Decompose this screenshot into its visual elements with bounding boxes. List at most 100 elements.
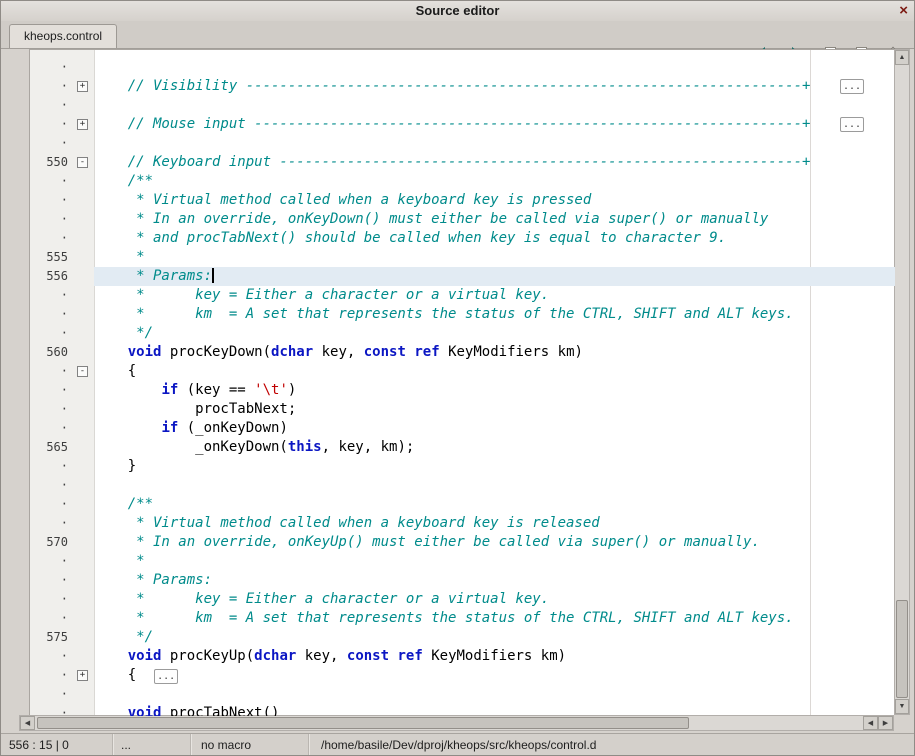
titlebar[interactable]: Source editor × (1, 1, 914, 22)
code-line[interactable]: · * Params: (30, 571, 895, 590)
horizontal-scrollbar-thumb[interactable] (37, 717, 689, 729)
fold-collapse-icon[interactable]: - (77, 157, 88, 168)
line-number[interactable]: · (30, 96, 74, 115)
scroll-right-button[interactable]: ▶ (878, 716, 893, 730)
code-line[interactable]: · (30, 476, 895, 495)
code-line[interactable]: · * Virtual method called when a keyboar… (30, 514, 895, 533)
scroll-up-button[interactable]: ▲ (895, 50, 909, 65)
code-text: } (94, 457, 895, 476)
fold-column[interactable]: + (74, 666, 94, 685)
line-number[interactable]: · (30, 457, 74, 476)
line-number[interactable]: 556 (30, 267, 74, 286)
line-number[interactable]: · (30, 77, 74, 96)
status-bar: 556 : 15 | 0 ... no macro /home/basile/D… (1, 733, 914, 756)
line-number[interactable]: · (30, 305, 74, 324)
code-line[interactable]: · (30, 96, 895, 115)
code-line[interactable]: ·+ // Visibility -----------------------… (30, 77, 895, 96)
fold-column[interactable]: - (74, 362, 94, 381)
fold-column[interactable]: - (74, 153, 94, 172)
code-line[interactable]: · (30, 134, 895, 153)
line-number[interactable]: · (30, 210, 74, 229)
line-number[interactable]: · (30, 419, 74, 438)
code-line[interactable]: 575 */ (30, 628, 895, 647)
code-line[interactable]: · */ (30, 324, 895, 343)
tab-kheops-control[interactable]: kheops.control (9, 24, 117, 48)
code-line[interactable]: · /** (30, 172, 895, 191)
code-editor[interactable]: ··+ // Visibility ----------------------… (29, 49, 895, 716)
line-number[interactable]: · (30, 362, 74, 381)
fold-expand-icon[interactable]: + (77, 670, 88, 681)
line-number[interactable]: · (30, 172, 74, 191)
code-line[interactable]: ·- { (30, 362, 895, 381)
code-line[interactable]: · if (key == '\t') (30, 381, 895, 400)
code-line[interactable]: · * key = Either a character or a virtua… (30, 590, 895, 609)
line-number[interactable]: · (30, 400, 74, 419)
code-line[interactable]: 560 void procKeyDown(dchar key, const re… (30, 343, 895, 362)
folded-code-ellipsis[interactable]: ... (154, 669, 178, 684)
line-number[interactable]: · (30, 552, 74, 571)
line-number[interactable]: 575 (30, 628, 74, 647)
code-line[interactable]: · * and procTabNext() should be called w… (30, 229, 895, 248)
code-line[interactable]: · if (_onKeyDown) (30, 419, 895, 438)
vertical-scrollbar-thumb[interactable] (896, 600, 908, 698)
code-line[interactable]: · * (30, 552, 895, 571)
code-line[interactable]: · * key = Either a character or a virtua… (30, 286, 895, 305)
code-line[interactable]: ·+ {... (30, 666, 895, 685)
folded-code-ellipsis[interactable]: ... (840, 117, 864, 132)
code-line[interactable]: · procTabNext; (30, 400, 895, 419)
scroll-down-button[interactable]: ▼ (895, 699, 909, 714)
line-number[interactable]: · (30, 514, 74, 533)
scroll-left-button-2[interactable]: ◀ (863, 716, 878, 730)
line-number[interactable]: · (30, 58, 74, 77)
line-number[interactable]: · (30, 685, 74, 704)
horizontal-scrollbar[interactable]: ◀ ◀ ▶ (19, 715, 894, 731)
line-number[interactable]: · (30, 704, 74, 716)
line-number[interactable]: 555 (30, 248, 74, 267)
line-number[interactable]: 565 (30, 438, 74, 457)
code-line[interactable]: · void procKeyUp(dchar key, const ref Ke… (30, 647, 895, 666)
line-number[interactable]: · (30, 229, 74, 248)
line-number[interactable]: · (30, 476, 74, 495)
close-button[interactable]: × (899, 1, 908, 20)
line-number[interactable]: · (30, 590, 74, 609)
fold-column[interactable]: + (74, 77, 94, 96)
code-line[interactable]: · * km = A set that represents the statu… (30, 305, 895, 324)
line-number[interactable]: · (30, 191, 74, 210)
code-line[interactable]: · /** (30, 495, 895, 514)
fold-column[interactable]: + (74, 115, 94, 134)
line-number[interactable]: 560 (30, 343, 74, 362)
fold-collapse-icon[interactable]: - (77, 366, 88, 377)
line-number[interactable]: · (30, 134, 74, 153)
fold-column (74, 533, 94, 552)
code-line[interactable]: 565 _onKeyDown(this, key, km); (30, 438, 895, 457)
code-line[interactable]: · void procTabNext() (30, 704, 895, 716)
code-line[interactable]: · } (30, 457, 895, 476)
code-line[interactable]: · (30, 685, 895, 704)
code-line[interactable]: · * In an override, onKeyDown() must eit… (30, 210, 895, 229)
line-number[interactable]: · (30, 381, 74, 400)
line-number[interactable]: · (30, 609, 74, 628)
code-line[interactable]: · * Virtual method called when a keyboar… (30, 191, 895, 210)
line-number[interactable]: · (30, 115, 74, 134)
scroll-left-button[interactable]: ◀ (20, 716, 35, 730)
line-number[interactable]: · (30, 324, 74, 343)
code-line[interactable]: · (30, 58, 895, 77)
code-line[interactable]: · * km = A set that represents the statu… (30, 609, 895, 628)
line-number[interactable]: · (30, 286, 74, 305)
line-number[interactable]: · (30, 571, 74, 590)
line-number[interactable]: 570 (30, 533, 74, 552)
folded-code-ellipsis[interactable]: ... (840, 79, 864, 94)
fold-expand-icon[interactable]: + (77, 81, 88, 92)
code-line[interactable]: 556 * Params: (30, 267, 895, 286)
code-line[interactable]: ·+ // Mouse input ----------------------… (30, 115, 895, 134)
line-number[interactable]: · (30, 647, 74, 666)
fold-expand-icon[interactable]: + (77, 119, 88, 130)
code-line[interactable]: 550- // Keyboard input -----------------… (30, 153, 895, 172)
fold-column (74, 305, 94, 324)
code-line[interactable]: 570 * In an override, onKeyUp() must eit… (30, 533, 895, 552)
line-number[interactable]: · (30, 495, 74, 514)
vertical-scrollbar[interactable]: ▲ ▼ (894, 49, 910, 715)
code-line[interactable]: 555 * (30, 248, 895, 267)
line-number[interactable]: · (30, 666, 74, 685)
line-number[interactable]: 550 (30, 153, 74, 172)
